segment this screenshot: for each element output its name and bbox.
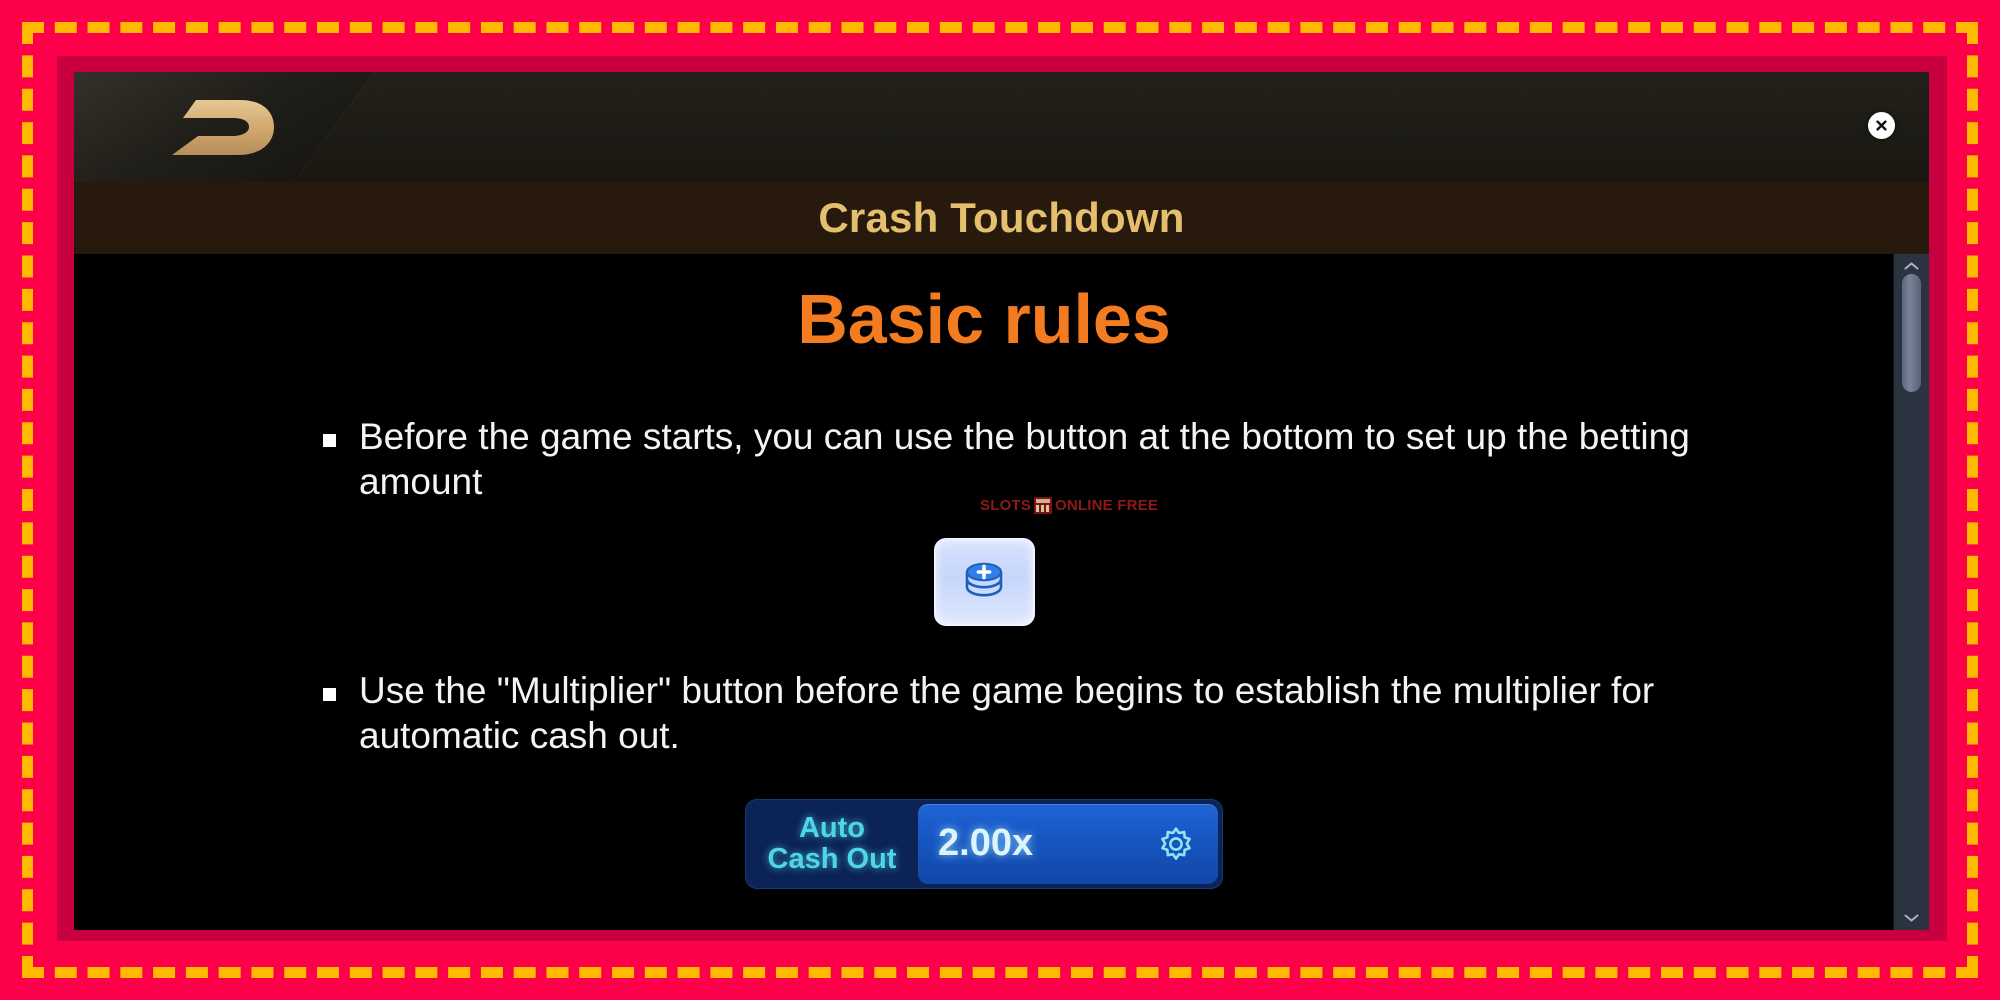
window-titlebar: Crash Touchdown [74, 182, 1929, 254]
coin-stack-plus-icon [965, 563, 1003, 597]
scroll-down-arrow-icon[interactable] [1894, 908, 1929, 928]
add-coins-button[interactable] [933, 538, 1035, 627]
rules-list: Before the game starts, you can use the … [74, 414, 1894, 889]
rules-heading: Basic rules [797, 280, 1171, 358]
list-item: Use the "Multiplier" button before the g… [74, 668, 1894, 758]
list-item: Before the game starts, you can use the … [74, 414, 1894, 504]
settings-gear-icon[interactable] [1156, 824, 1196, 864]
page-title: Crash Touchdown [818, 194, 1185, 241]
close-icon [1876, 120, 1887, 131]
bullet-marker [323, 688, 336, 702]
auto-cash-out-value-field[interactable]: 2.00x [918, 803, 1218, 884]
auto-cash-out-figure: Auto Cash Out 2.00x [74, 798, 1894, 889]
auto-cash-out-label-line1: Auto [798, 812, 866, 845]
rules-content-area: Basic rules Before the game starts, you … [74, 254, 1894, 930]
decorative-frame: Crash Touchdown Basic rules Before the g… [0, 0, 2000, 1000]
vertical-scrollbar[interactable] [1893, 254, 1929, 930]
auto-cash-out-widget[interactable]: Auto Cash Out 2.00x [745, 798, 1223, 889]
scrollbar-thumb[interactable] [1902, 274, 1921, 392]
close-button[interactable] [1868, 112, 1895, 139]
window-header [74, 72, 1929, 182]
auto-cash-out-label: Auto Cash Out [746, 800, 918, 888]
scroll-up-arrow-icon[interactable] [1894, 256, 1929, 276]
brand-d-logo-icon [172, 100, 274, 155]
game-window: Crash Touchdown Basic rules Before the g… [74, 72, 1929, 930]
coin-button-figure [74, 538, 1894, 627]
auto-cash-out-value: 2.00x [938, 822, 1034, 864]
rule-text: Use the "Multiplier" button before the g… [359, 670, 1655, 757]
bullet-marker [323, 434, 336, 447]
rule-text: Before the game starts, you can use the … [359, 416, 1690, 503]
auto-cash-out-label-line2: Cash Out [767, 842, 897, 875]
